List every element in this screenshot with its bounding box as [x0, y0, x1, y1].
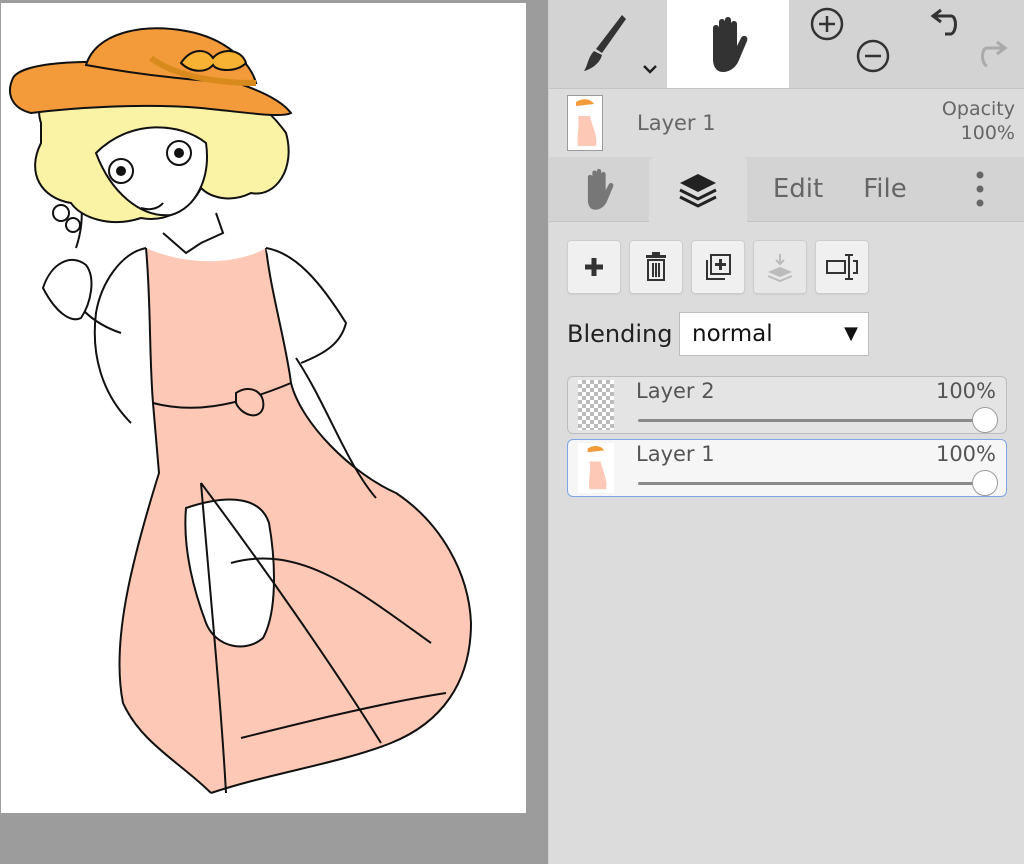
current-layer-bar: Layer 1 Opacity 100%: [549, 89, 1024, 157]
delete-layer-button[interactable]: [629, 240, 683, 294]
opacity-label: Opacity: [941, 98, 1015, 120]
opacity-slider-track[interactable]: [638, 482, 982, 485]
opacity-value: 100%: [960, 122, 1015, 144]
add-layer-icon: [585, 258, 603, 276]
delete-layer-icon: [646, 252, 666, 281]
duplicate-layer-button[interactable]: [691, 240, 745, 294]
artwork: [9, 27, 473, 794]
tab-file[interactable]: File: [847, 157, 923, 221]
hand-icon: [587, 169, 614, 210]
blending-value: normal: [692, 321, 773, 347]
current-layer-name: Layer 1: [637, 111, 716, 135]
layer-name: Layer 2: [636, 379, 715, 403]
layer-item-layer-1[interactable]: Layer 1 100%: [567, 439, 1007, 497]
layer-opacity: 100%: [935, 379, 996, 403]
hand-tool-button[interactable]: [667, 0, 789, 88]
layer-thumbnail: [578, 380, 614, 430]
chevron-down-icon[interactable]: [641, 60, 659, 78]
tab-layers[interactable]: [649, 157, 747, 222]
more-menu-button[interactable]: [957, 157, 1003, 221]
current-layer-thumbnail: [567, 95, 603, 151]
tab-edit[interactable]: Edit: [755, 157, 841, 221]
rename-layer-button[interactable]: [815, 240, 869, 294]
side-panel: Layer 1 Opacity 100% Edit File Blending …: [548, 0, 1024, 864]
duplicate-layer-icon: [706, 254, 731, 280]
tool-bar: [549, 0, 1024, 89]
zoom-out-icon[interactable]: [853, 36, 893, 76]
layer-item-layer-2[interactable]: Layer 2 100%: [567, 376, 1007, 434]
drawing-canvas[interactable]: [1, 3, 526, 813]
opacity-slider-handle[interactable]: [972, 470, 998, 496]
more-vertical-icon: [976, 171, 984, 207]
brush-tool-button[interactable]: [549, 0, 667, 88]
history-tool: [907, 0, 1024, 88]
brush-icon: [584, 15, 626, 71]
layer-thumbnail: [578, 443, 614, 493]
hand-icon: [713, 17, 748, 72]
redo-icon[interactable]: [971, 36, 1011, 76]
zoom-in-icon[interactable]: [807, 4, 847, 44]
panel-tabs: Edit File: [549, 157, 1024, 222]
opacity-readout[interactable]: Opacity 100%: [942, 97, 1015, 145]
blending-label: Blending: [567, 320, 673, 348]
layers-icon: [679, 173, 717, 208]
layer-opacity: 100%: [935, 442, 996, 466]
blending-select[interactable]: normal ▼: [679, 312, 869, 356]
zoom-tool: [789, 0, 907, 88]
rename-layer-icon: [826, 254, 858, 280]
dropdown-arrow-icon: ▼: [844, 323, 858, 344]
opacity-slider-track[interactable]: [638, 419, 982, 422]
canvas-workspace: [0, 0, 548, 864]
tab-hand[interactable]: [549, 157, 649, 221]
layer-name: Layer 1: [636, 442, 715, 466]
add-layer-button[interactable]: [567, 240, 621, 294]
merge-down-button[interactable]: [753, 240, 807, 294]
undo-icon[interactable]: [927, 4, 967, 44]
merge-down-icon: [767, 254, 793, 282]
opacity-slider-handle[interactable]: [972, 407, 998, 433]
